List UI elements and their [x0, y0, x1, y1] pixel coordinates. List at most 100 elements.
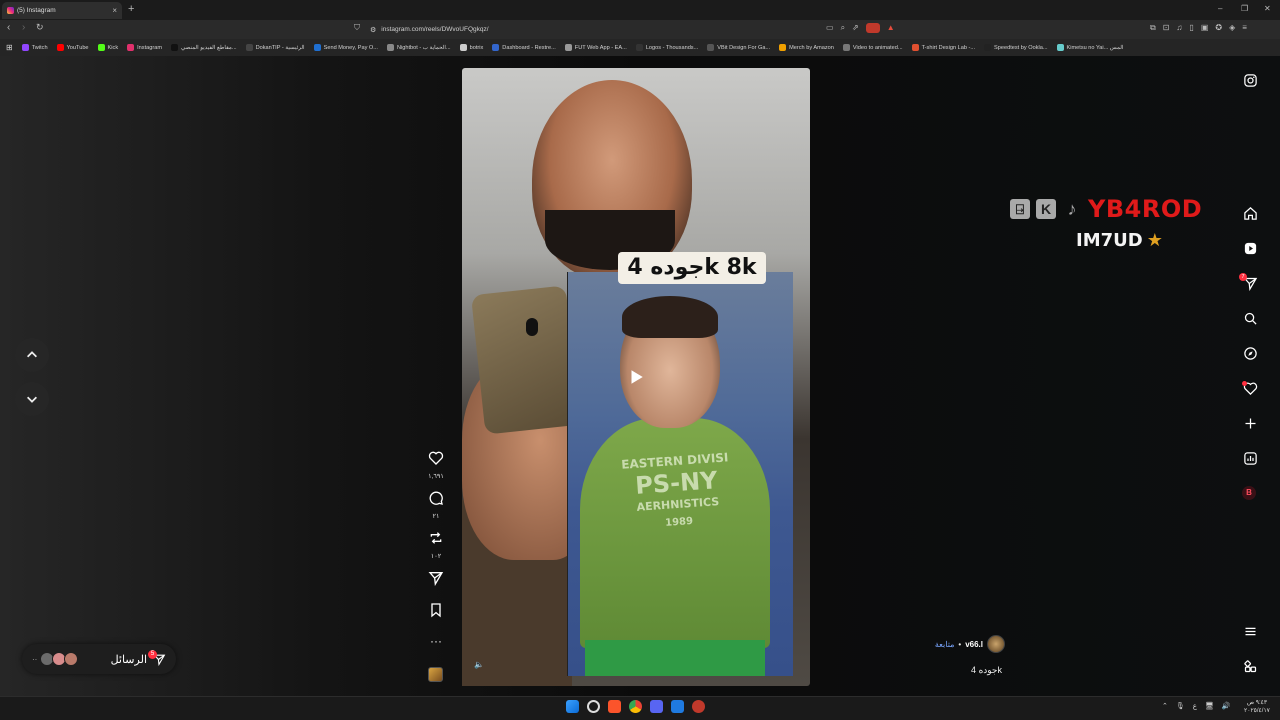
save-button[interactable]: [424, 602, 448, 623]
dashboard-icon[interactable]: [1241, 449, 1259, 467]
mic-icon[interactable]: 🎙: [1176, 702, 1185, 710]
site-info-icon[interactable]: ⚙: [370, 26, 376, 34]
volume-icon[interactable]: 🔊: [1222, 702, 1231, 710]
comment-icon: [429, 491, 443, 505]
restore-button[interactable]: ❐: [1241, 4, 1248, 13]
close-tab-icon[interactable]: ×: [112, 6, 117, 15]
bookmark-item[interactable]: DokanTIP - الرئيسية: [245, 44, 305, 51]
messages-badge: 5: [148, 650, 157, 659]
bookmarks-bar: ⊞ Twitch YouTube Kick Instagram مقاطع الفيدي…: [0, 39, 1280, 56]
also-from-meta-icon[interactable]: [1241, 657, 1259, 675]
app-icon[interactable]: [692, 700, 705, 713]
app-icon[interactable]: [671, 700, 684, 713]
reels-icon[interactable]: [1241, 239, 1259, 257]
menu-icon[interactable]: ≡: [1242, 23, 1247, 33]
bookmark-item[interactable]: Kimetsu no Yai... المس: [1056, 44, 1124, 51]
bookmark-item[interactable]: T-shirt Design Lab -...: [911, 44, 975, 51]
bookmark-item[interactable]: VBit Design For Ga...: [707, 44, 770, 51]
explore-icon[interactable]: [1241, 344, 1259, 362]
bookmark-item[interactable]: مقاطع الفيديو المنصي...: [171, 44, 237, 51]
author-username[interactable]: v66.l: [965, 640, 983, 649]
bookmark-item[interactable]: Instagram: [127, 44, 162, 51]
more-dots-icon: ··: [32, 654, 38, 664]
bookmark-label: Kimetsu no Yai... المس: [1066, 44, 1124, 51]
share-icon[interactable]: ⇗: [852, 23, 859, 33]
cast-icon[interactable]: ▭: [826, 23, 834, 33]
bookmark-label: مقاطع الفيديو المنصي...: [181, 44, 237, 51]
taskbar-clock[interactable]: ٩:٤٣ ص ٢٠٢٥/٤/١٧: [1244, 699, 1270, 715]
bookmark-item[interactable]: Merch by Amazon: [779, 44, 834, 51]
next-reel-button[interactable]: [15, 382, 49, 416]
clock-time: ٩:٤٣ ص: [1246, 700, 1268, 706]
bookmark-favicon-icon: [1056, 44, 1064, 51]
sound-icon[interactable]: 🔈: [474, 660, 484, 669]
hamburger-menu-icon[interactable]: [1241, 622, 1259, 640]
messages-button[interactable]: ·· الرسائل: [22, 644, 176, 674]
profile-b-icon[interactable]: B: [1242, 486, 1256, 500]
bookmark-favicon-icon: [707, 44, 715, 51]
comment-button[interactable]: ٢١: [424, 490, 448, 520]
instagram-logo-icon[interactable]: [1241, 71, 1259, 89]
tab-instagram[interactable]: (5) Instagram ×: [2, 2, 122, 19]
rewards-icon[interactable]: ▲: [887, 23, 895, 33]
windows-start-icon[interactable]: [566, 700, 579, 713]
bookmark-label: Instagram: [137, 44, 162, 51]
repost-count: ١٠٢: [430, 553, 442, 560]
bookmark-item[interactable]: FUT Web App - EA...: [564, 44, 627, 51]
create-plus-icon[interactable]: [1241, 414, 1259, 432]
home-icon[interactable]: [1241, 204, 1259, 222]
avatar[interactable]: [987, 635, 1005, 653]
minimize-button[interactable]: –: [1218, 4, 1222, 13]
close-window-button[interactable]: ✕: [1264, 4, 1271, 13]
tray-expand-icon[interactable]: ⌃: [1162, 702, 1168, 710]
bookmark-item[interactable]: Dashboard - Restre...: [492, 44, 556, 51]
bookmark-label: YouTube: [66, 44, 89, 51]
follow-button[interactable]: متابعة: [935, 640, 955, 649]
sidebar-icon[interactable]: ▯: [1189, 23, 1193, 33]
previous-reel-button[interactable]: [15, 338, 49, 372]
taskbar-search-icon[interactable]: [587, 700, 600, 713]
shield-icon[interactable]: ◈: [1229, 23, 1235, 33]
instagram-favicon-icon: [7, 7, 14, 14]
star-icon: ★: [1146, 230, 1163, 251]
like-button[interactable]: ١,٦٩١: [424, 450, 448, 480]
bookmark-favicon-icon: [635, 44, 643, 51]
share-button[interactable]: [424, 570, 448, 591]
bookmark-favicon-icon: [313, 44, 321, 51]
repost-button[interactable]: ١٠٢: [424, 530, 448, 560]
new-tab-button[interactable]: +: [128, 3, 134, 15]
like-count: ١,٦٩١: [428, 473, 444, 480]
zoom-icon[interactable]: ⌕: [841, 23, 845, 33]
bookmark-label: botrix: [469, 44, 484, 51]
back-icon[interactable]: ‹: [7, 22, 10, 33]
network-icon[interactable]: 🖥: [1205, 702, 1214, 710]
chrome-icon[interactable]: [629, 700, 642, 713]
phone-camera-image: [526, 318, 538, 336]
music-icon[interactable]: ♫: [1176, 23, 1182, 33]
bookmark-item[interactable]: Send Money, Pay O...: [313, 44, 378, 51]
search-icon[interactable]: [1241, 309, 1259, 327]
bookmark-item[interactable]: Nightbot - الحماية ب...: [386, 44, 451, 51]
bookmark-item[interactable]: Video to animated...: [842, 44, 903, 51]
forward-icon[interactable]: ›: [22, 22, 25, 33]
bookmark-item[interactable]: Twitch: [21, 44, 48, 51]
bookmark-icon[interactable]: ⛉: [354, 23, 360, 33]
more-options-icon[interactable]: ···: [424, 634, 448, 648]
vpn-icon[interactable]: ✪: [1215, 23, 1222, 33]
bookmark-item[interactable]: Logos - Thousands...: [635, 44, 698, 51]
audio-thumbnail[interactable]: [428, 667, 443, 682]
apps-grid-icon[interactable]: ⊞: [6, 43, 13, 52]
play-icon[interactable]: [627, 368, 645, 386]
brave-shields-icon[interactable]: [865, 23, 880, 33]
discord-icon[interactable]: [650, 700, 663, 713]
language-indicator[interactable]: ع: [1193, 702, 1197, 710]
bookmark-item[interactable]: Kick: [97, 44, 118, 51]
bookmark-item[interactable]: botrix: [459, 44, 484, 51]
bookmark-item[interactable]: Speedtest by Ookla...: [984, 44, 1048, 51]
screenshot-icon[interactable]: ⊡: [1163, 23, 1170, 33]
wallet-icon[interactable]: ▣: [1201, 23, 1209, 33]
brave-browser-icon[interactable]: [608, 700, 621, 713]
extension-icon[interactable]: ⧉: [1150, 23, 1156, 33]
bookmark-item[interactable]: YouTube: [56, 44, 89, 51]
reload-icon[interactable]: ↻: [36, 22, 44, 33]
